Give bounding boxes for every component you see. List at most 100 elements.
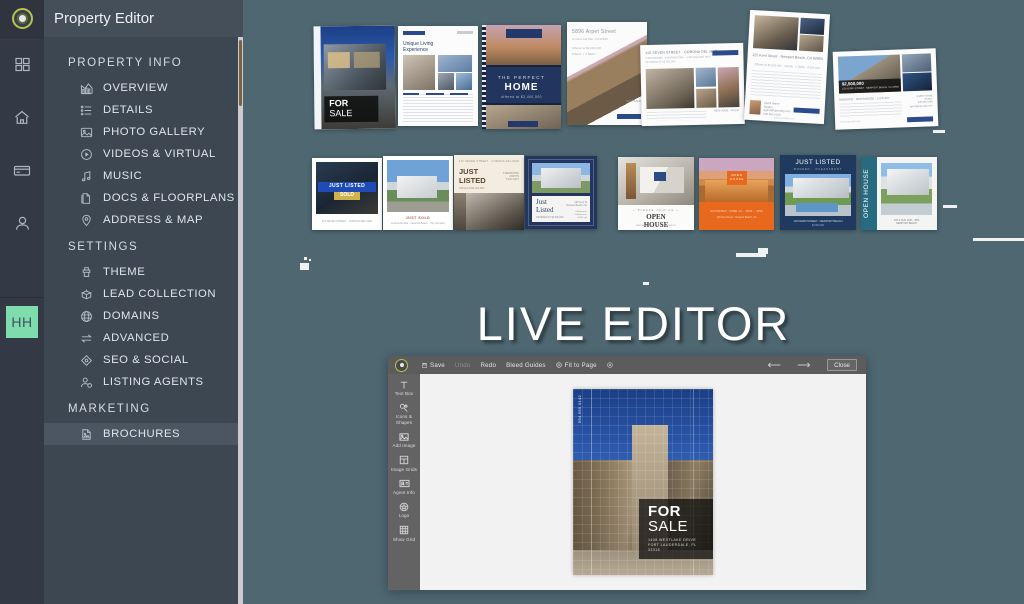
tool-label: Text Box [394,391,414,396]
social-just-sold[interactable]: JUST SOLD Corona Del Mar · Newport Beach… [383,156,453,230]
sidebar-item-music[interactable]: MUSIC [44,165,243,187]
app-logo-mark [11,8,33,29]
sidebar-item-videos-virtual[interactable]: VIDEOS & VIRTUAL [44,143,243,165]
main-content: FOR SALE Unique Living Experience THE PE… [243,0,1024,604]
flyer-for-sale[interactable]: FOR SALE [313,25,396,130]
play-circle-icon [79,147,94,162]
tool-label: Show Grid [392,536,416,542]
redo-button[interactable]: Redo [481,362,497,369]
live-editor-panel: Save Undo Redo Bleed Guides Fit to Page [388,356,866,590]
social-open-house-white[interactable]: — PLEASE JOIN US — OPEN HOUSE SATURDAY 1P… [618,157,694,230]
settings-circle-icon[interactable] [607,362,613,368]
bleed-guides-button[interactable]: Bleed Guides [506,362,546,369]
tool-image-grids[interactable]: Image Grids [388,452,420,475]
flyer-corona-del-mar[interactable]: 115 SEVEN STREET · CORONA DEL MAR 5 BEDR… [640,42,745,127]
person-icon [14,215,31,232]
decor-fleck [643,282,649,285]
sidebar-item-label: LISTING AGENTS [103,376,204,388]
page-title: Property Editor [44,0,243,37]
app-logo[interactable] [0,0,44,37]
undo-label: Undo [454,361,471,369]
sidebar-item-label: MUSIC [103,170,143,182]
undo-button[interactable]: Undo [455,362,471,369]
flyer-newport-beach[interactable]: 125 Kerri Street · Newport Beach, CA 926… [743,9,831,125]
sidebar-item-docs-floorplans[interactable]: DOCS & FLOORPLANS [44,187,243,209]
brochure-page[interactable]: 954.555.0142 FOR SALE 1408 WESTLAKE DRIV… [573,389,713,575]
next-page-arrow-icon[interactable] [797,362,811,368]
flyer-price-listing[interactable]: $2,500,000 125 KERRI STREET · NEWPORT BE… [832,48,939,130]
sidebar-item-label: SEO & SOCIAL [103,354,189,366]
tool-text-box[interactable]: Text Box [388,376,420,399]
list-details-icon [79,103,94,118]
sidebar-item-address-map[interactable]: ADDRESS & MAP [44,209,243,231]
tool-add-image[interactable]: Add Image [388,428,420,451]
tool-label: Add Image [392,443,416,449]
sidebar-item-listing-agents[interactable]: LISTING AGENTS [44,371,243,393]
editor-tool-rail: Text Box Icons & Shapes Add Image Image … [388,374,420,590]
tool-show-grid[interactable]: Show Grid [388,522,420,545]
rail-item-home[interactable] [0,91,44,144]
tool-label: Logo [398,513,410,519]
flyer-arpet-street[interactable]: 5896 Arpet Street Corona Del Mar, CA 926… [567,22,647,125]
tool-logo[interactable]: Logo [388,498,420,521]
sidebar-item-brochures[interactable]: BROCHURES [44,423,243,445]
page-phone-number: 954.555.0142 [577,395,582,424]
rail-item-billing[interactable] [0,144,44,197]
redo-label: Redo [480,361,497,369]
card-icon [13,164,31,177]
flyer-unique-living[interactable]: Unique Living Experience [398,26,478,126]
sidebar-group-title-property-info: PROPERTY INFO [68,57,183,69]
sidebar-item-lead-collection[interactable]: LEAD COLLECTION [44,283,243,305]
sidebar-item-label: DOMAINS [103,310,160,322]
for-sale-headline-top: FOR [648,503,681,520]
social-open-house-orange[interactable]: OPEN HOUSE SATURDAY, JUNE 12 · 1PM – 4PM … [699,158,774,230]
for-sale-block[interactable]: FOR SALE 1408 WESTLAKE DRIVE FORT LAUDER… [639,499,713,559]
show-grid-icon [399,525,409,536]
social-row: JUST LISTED SOLD 115 SEVEN STREET · CORO… [243,150,1024,245]
tool-label: Image Grids [390,466,418,472]
sidebar-scrollbar-thumb[interactable] [239,40,242,106]
person-gear-icon [79,375,94,390]
sidebar-item-label: VIDEOS & VIRTUAL [103,148,216,160]
sidebar-item-details[interactable]: DETAILS [44,99,243,121]
sidebar-item-seo-social[interactable]: SEO & SOCIAL [44,349,243,371]
social-just-listed-sold[interactable]: JUST LISTED SOLD 115 SEVEN STREET · CORO… [312,158,382,230]
sidebar-item-label: OVERVIEW [103,82,169,94]
dashboard-grid-icon [14,56,31,73]
save-button[interactable]: Save [422,362,445,369]
social-open-house-teal[interactable]: OPEN HOUSE SAT & SUN 1PM – 4PM NEWPORT BE… [861,157,937,230]
photo-icon [79,125,94,140]
decor-fleck [758,248,768,254]
fit-to-page-button[interactable]: Fit to Page [555,362,597,369]
flyer-perfect-home[interactable]: THE PERFECT HOME offered at $2,400,000 [482,25,561,129]
rail-item-account[interactable] [0,197,44,250]
editor-logo[interactable] [395,358,408,372]
decor-fleck [304,257,307,260]
live-editor-heading: LIVE EDITOR [476,297,791,350]
agent-info-icon [399,478,410,489]
sidebar-item-theme[interactable]: THEME [44,261,243,283]
editor-canvas[interactable]: 954.555.0142 FOR SALE 1408 WESTLAKE DRIV… [420,374,866,590]
avatar[interactable]: HH [6,305,38,338]
social-just-listed-cream[interactable]: 115 SEVEN STREET · CORONA DEL MAR JUST LI… [454,155,524,230]
sidebar-item-domains[interactable]: DOMAINS [44,305,243,327]
rail-item-dashboard[interactable] [0,38,44,91]
sidebar-item-photo-gallery[interactable]: PHOTO GALLERY [44,121,243,143]
social-just-listed-navy[interactable]: Just Listed 125 Kerri St Newport Beach, CA… [525,156,597,229]
avatar-container[interactable]: HH [0,297,44,345]
prev-page-arrow-icon[interactable] [767,362,781,368]
globe-icon [79,309,94,324]
for-sale-headline-bottom: SALE [648,518,688,535]
close-button[interactable]: Close [827,359,857,371]
sidebar-item-advanced[interactable]: ADVANCED [44,327,243,349]
tool-agent-info[interactable]: Agent Info [388,475,420,498]
sidebar-item-label: THEME [103,266,146,278]
tool-icons-shapes[interactable]: Icons & Shapes [388,399,420,428]
sidebar-item-label: DOCS & FLOORPLANS [103,192,235,204]
editor-toolbar-right: Close [767,359,860,371]
save-disk-icon [422,362,427,368]
brochure-page-icon [79,427,94,442]
editor-body: Text Box Icons & Shapes Add Image Image … [388,374,866,590]
sidebar-item-overview[interactable]: OVERVIEW [44,77,243,99]
social-just-listed-blue[interactable]: JUST LISTED MODERN · OCEANFRONT 125 KERR… [780,155,856,230]
